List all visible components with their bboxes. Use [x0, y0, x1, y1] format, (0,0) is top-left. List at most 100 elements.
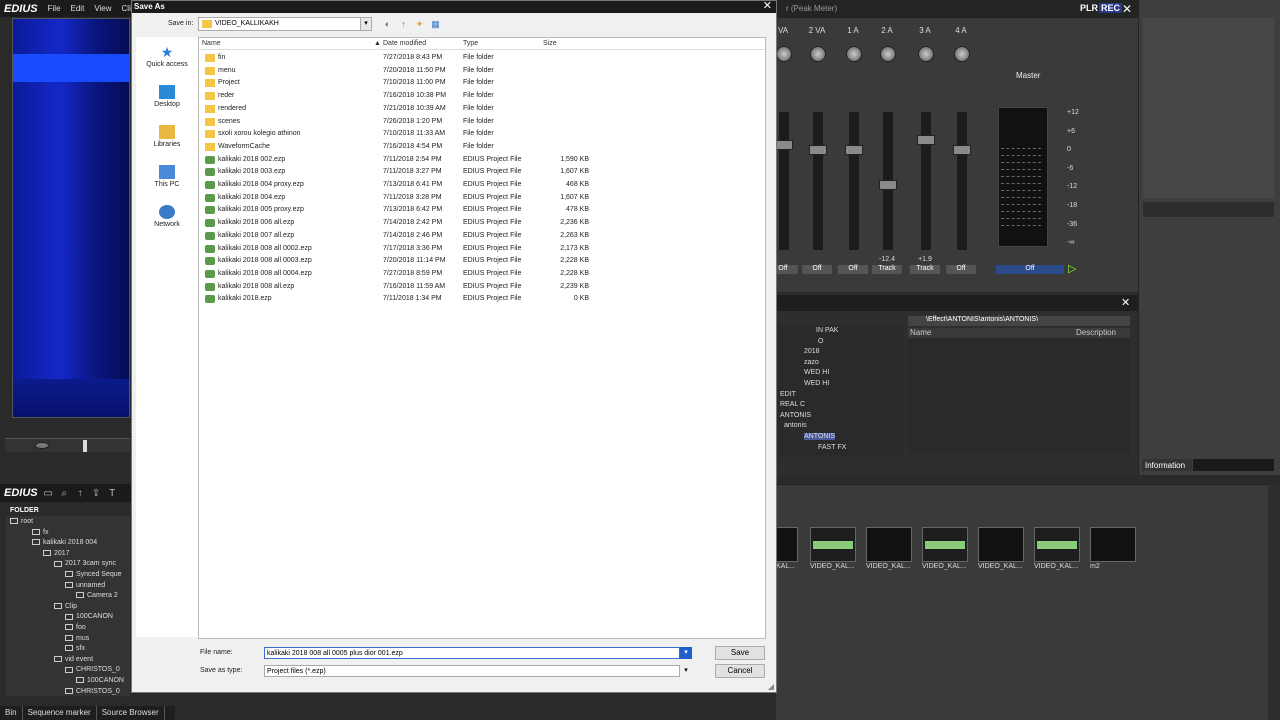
effect-tree-item[interactable]: WED HI [804, 369, 829, 376]
resize-grip-icon[interactable]: ◢ [768, 682, 774, 691]
scrub-knob[interactable] [35, 442, 49, 449]
file-row[interactable]: menu 7/20/2018 11:50 PM File folder [199, 65, 765, 77]
clip-thumbnail[interactable] [810, 527, 856, 562]
chevron-down-icon[interactable]: ▾ [680, 647, 692, 659]
place-libraries[interactable]: Libraries [136, 125, 198, 148]
new-folder-icon[interactable]: ✦ [414, 19, 425, 30]
file-row[interactable]: kalikaki 2018 004 proxy.ezp 7/13/2018 6:4… [199, 179, 765, 191]
file-row[interactable]: kalikaki 2018 008 all 0004.ezp 7/27/2018 … [199, 268, 765, 280]
tree-item[interactable]: foo [65, 624, 86, 631]
place-this-pc[interactable]: This PC [136, 165, 198, 188]
tree-item[interactable]: kalikaki 2018 004 [32, 539, 97, 546]
pan-knob[interactable] [954, 46, 970, 62]
file-row[interactable]: kalikaki 2018 005 proxy.ezp 7/13/2018 6:4… [199, 204, 765, 216]
clip-thumbnail[interactable] [1090, 527, 1136, 562]
search-icon[interactable]: ⌕ [59, 488, 70, 499]
fader-thumb[interactable] [953, 145, 971, 155]
effect-tree-item[interactable]: antonis [784, 422, 807, 429]
pan-knob[interactable] [846, 46, 862, 62]
channel-fader[interactable] [813, 112, 823, 250]
channel-select[interactable]: Off [802, 265, 832, 274]
effect-tree-item[interactable]: ANTONIS [780, 412, 811, 419]
tree-item[interactable]: vid event [54, 656, 93, 663]
tab-sequence-marker[interactable]: Sequence marker [23, 706, 97, 720]
file-row[interactable]: rendered 7/21/2018 10:39 AM File folder [199, 103, 765, 115]
file-row[interactable]: kalikaki 2018 004.ezp 7/11/2018 3:28 PM ED… [199, 192, 765, 204]
file-row[interactable]: WaveformCache 7/16/2018 4:54 PM File folde… [199, 141, 765, 153]
tree-item[interactable]: 2017 [43, 550, 70, 557]
effect-tree-item[interactable]: O [818, 338, 823, 345]
effect-tree-item[interactable]: IN PAK [816, 327, 838, 334]
file-row[interactable]: kalikaki 2018 008 all.ezp 7/16/2018 11:59… [199, 281, 765, 293]
scrub-marker[interactable] [83, 440, 87, 452]
column-size[interactable]: Size [543, 40, 557, 47]
preview-scrubber[interactable] [5, 438, 130, 452]
tree-item[interactable]: unnamed [65, 582, 105, 589]
channel-select[interactable]: Track [872, 265, 902, 274]
file-row[interactable]: sxoli xorou kolegio athinon 7/10/2018 11:… [199, 128, 765, 140]
save-as-type-select[interactable]: Project files (*.ezp) [264, 665, 680, 677]
folder-icon[interactable]: ▭ [43, 488, 54, 499]
channel-select[interactable]: Off [946, 265, 976, 274]
chevron-down-icon[interactable]: ▾ [680, 665, 692, 677]
file-row[interactable]: fin 7/27/2018 8:43 PM File folder [199, 52, 765, 64]
column-name[interactable]: Name [202, 40, 221, 47]
chevron-down-icon[interactable]: ▾ [360, 17, 372, 31]
tree-item[interactable]: 2017 3cam sync [54, 560, 116, 567]
column-name[interactable]: Name [910, 328, 931, 338]
file-row[interactable]: kalikaki 2018.ezp 7/11/2018 1:34 PM EDIUS … [199, 293, 765, 305]
tree-item[interactable]: root [10, 518, 33, 525]
file-row[interactable]: kalikaki 2018 006 all.ezp 7/14/2018 2:42 … [199, 217, 765, 229]
effect-tree-item[interactable]: zazo [804, 359, 819, 366]
file-row[interactable]: kalikaki 2018 007 all.ezp 7/14/2018 2:46 … [199, 230, 765, 242]
effect-tree-item[interactable]: EDIT [780, 391, 796, 398]
tab-source-browser[interactable]: Source Browser [97, 706, 165, 720]
pan-knob[interactable] [880, 46, 896, 62]
file-name-input[interactable]: kalikaki 2018 008 all 0005 plus dior 001… [264, 647, 680, 659]
save-in-select[interactable]: VIDEO_KALLIKAKH [198, 17, 372, 31]
channel-fader[interactable] [957, 112, 967, 250]
column-type[interactable]: Type [463, 40, 478, 47]
view-menu-icon[interactable]: ▦ [430, 19, 441, 30]
channel-select[interactable]: Off [838, 265, 868, 274]
fader-thumb[interactable] [775, 140, 793, 150]
effect-tree-item[interactable]: 2018 [804, 348, 820, 355]
title-icon[interactable]: T [107, 488, 118, 499]
play-icon[interactable]: ▷ [1068, 262, 1076, 275]
effect-tree-item[interactable]: FAST FX [818, 444, 846, 451]
place-quick-access[interactable]: ★ Quick access [136, 45, 198, 68]
tree-item[interactable]: CHRISTOS_0 [65, 688, 120, 695]
channel-fader[interactable] [921, 112, 931, 250]
pan-knob[interactable] [810, 46, 826, 62]
file-row[interactable]: kalikaki 2018 002.ezp 7/11/2018 2:54 PM ED… [199, 154, 765, 166]
menu-edit[interactable]: Edit [71, 4, 85, 13]
file-row[interactable]: kalikaki 2018 008 all 0002.ezp 7/17/2018 … [199, 243, 765, 255]
master-select[interactable]: Off [996, 265, 1064, 274]
effect-tree-item[interactable]: REAL C [780, 401, 805, 408]
fader-thumb[interactable] [809, 145, 827, 155]
up-folder-icon[interactable]: ↑ [75, 488, 86, 499]
clip-thumbnail[interactable] [776, 527, 798, 562]
fader-thumb[interactable] [879, 180, 897, 190]
menu-view[interactable]: View [94, 4, 111, 13]
cancel-button[interactable]: Cancel [715, 664, 765, 678]
tree-item[interactable]: 100CANON [65, 613, 113, 620]
up-folder-icon[interactable]: ↑ [398, 19, 409, 30]
mixer-close-icon[interactable]: ✕ [1122, 2, 1132, 16]
tree-item[interactable]: Synced Seque [65, 571, 122, 578]
menu-file[interactable]: File [48, 4, 61, 13]
tree-item[interactable]: Clip [54, 603, 77, 610]
tree-item[interactable]: fx [32, 529, 48, 536]
pan-knob[interactable] [918, 46, 934, 62]
tree-item[interactable]: Camera 2 [76, 592, 118, 599]
vertical-scrollbar[interactable] [1268, 484, 1280, 720]
rec-label[interactable]: REC [1099, 3, 1123, 13]
menu-clip[interactable]: Cli [122, 4, 131, 13]
clip-thumbnail[interactable] [922, 527, 968, 562]
file-row[interactable]: kalikaki 2018 003.ezp 7/11/2018 3:27 PM ED… [199, 166, 765, 178]
place-desktop[interactable]: Desktop [136, 85, 198, 108]
tab-bin[interactable]: Bin [0, 706, 23, 720]
file-row[interactable]: reder 7/16/2018 10:38 PM File folder [199, 90, 765, 102]
save-button[interactable]: Save [715, 646, 765, 660]
tab-information[interactable]: Information [1142, 459, 1192, 471]
